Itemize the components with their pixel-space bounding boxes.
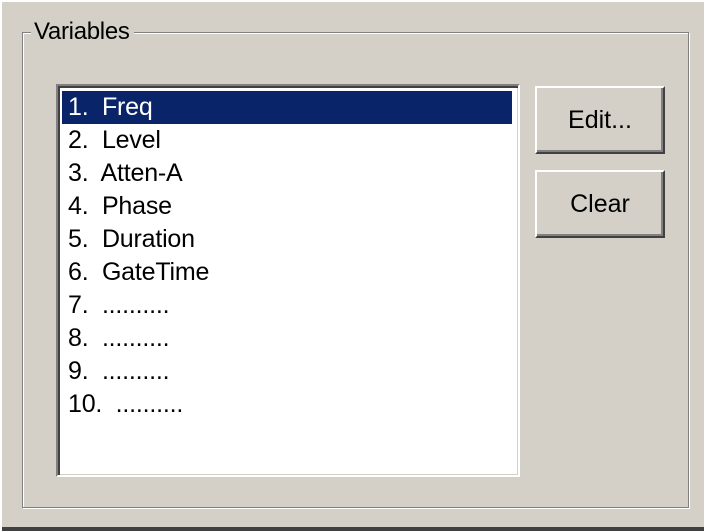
- list-item-freq[interactable]: 1. Freq: [62, 91, 512, 124]
- list-item-duration[interactable]: 5. Duration: [62, 223, 514, 256]
- list-item-gatetime[interactable]: 6. GateTime: [62, 256, 514, 289]
- variables-list: 1. Freq 2. Level 3. Atten-A 4. Phase 5. …: [62, 91, 514, 421]
- list-item-phase[interactable]: 4. Phase: [62, 190, 514, 223]
- clear-button[interactable]: Clear: [535, 170, 665, 238]
- variables-listbox[interactable]: 1. Freq 2. Level 3. Atten-A 4. Phase 5. …: [56, 84, 520, 477]
- list-item-empty-8[interactable]: 8. ..........: [62, 322, 514, 355]
- edit-button[interactable]: Edit...: [535, 86, 665, 154]
- list-item-empty-10[interactable]: 10. ..........: [62, 388, 514, 421]
- list-item-empty-7[interactable]: 7. ..........: [62, 289, 514, 322]
- list-item-level[interactable]: 2. Level: [62, 124, 514, 157]
- list-item-atten-a[interactable]: 3. Atten-A: [62, 157, 514, 190]
- list-item-empty-9[interactable]: 9. ..........: [62, 355, 514, 388]
- variables-group-title: Variables: [31, 17, 134, 47]
